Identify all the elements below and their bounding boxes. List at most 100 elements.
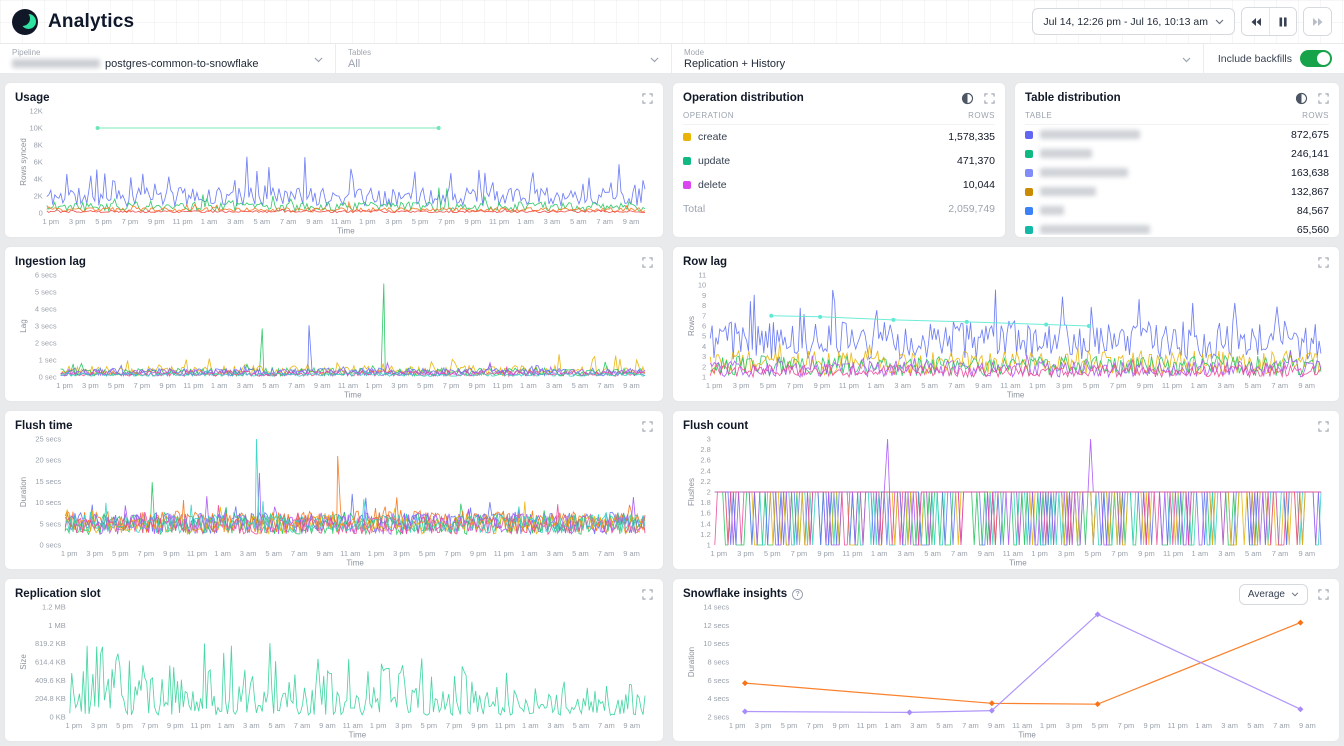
- card-title: Table distribution: [1025, 92, 1121, 104]
- row-value: 1,578,335: [948, 131, 995, 143]
- card-ingestion-lag: Ingestion lag Lag0 sec1 sec2 secs3 secs4…: [4, 246, 664, 402]
- svg-text:2: 2: [702, 362, 706, 371]
- dashboard-grid: Usage Rows synced02K4K6K8K10K12K1 pm3 pm…: [0, 74, 1344, 746]
- expand-icon[interactable]: [642, 257, 653, 268]
- svg-text:614.4 KB: 614.4 KB: [35, 658, 66, 667]
- pie-chart-toggle-icon[interactable]: [961, 92, 974, 105]
- tables-select[interactable]: Tables All: [336, 44, 672, 73]
- svg-text:3 am: 3 am: [546, 381, 563, 390]
- card-row-lag: Row lag Rows12345678910111 pm3 pm5 pm7 p…: [672, 246, 1340, 402]
- svg-text:819.2 KB: 819.2 KB: [35, 639, 66, 648]
- card-title: Snowflake insights ?: [683, 588, 803, 600]
- svg-text:1 pm: 1 pm: [365, 381, 382, 390]
- expand-icon[interactable]: [642, 93, 653, 104]
- svg-text:1 pm: 1 pm: [729, 721, 746, 730]
- expand-icon[interactable]: [642, 589, 653, 600]
- svg-text:8K: 8K: [34, 141, 43, 150]
- svg-text:9 pm: 9 pm: [167, 721, 184, 730]
- expand-icon[interactable]: [642, 421, 653, 432]
- include-backfills-toggle[interactable]: [1300, 50, 1332, 67]
- card-title: Operation distribution: [683, 92, 804, 104]
- flush-count-chart[interactable]: Flushes11.21.41.61.822.22.42.62.831 pm3 …: [683, 434, 1329, 567]
- expand-icon[interactable]: [1318, 421, 1329, 432]
- row-value: 65,560: [1297, 224, 1329, 236]
- svg-text:9 am: 9 am: [978, 549, 995, 558]
- date-range-text: Jul 14, 12:26 pm - Jul 16, 10:13 am: [1043, 16, 1208, 28]
- pie-chart-toggle-icon[interactable]: [1295, 92, 1308, 105]
- expand-icon[interactable]: [1318, 93, 1329, 104]
- svg-text:1 am: 1 am: [201, 217, 218, 226]
- svg-text:9 am: 9 am: [623, 721, 640, 730]
- svg-text:11 pm: 11 pm: [1162, 381, 1182, 390]
- svg-text:9 am: 9 am: [623, 217, 640, 226]
- table-header: OPERATION ROWS: [683, 108, 995, 125]
- svg-text:9 am: 9 am: [975, 381, 992, 390]
- card-snowflake-insights: Snowflake insights ? Average Duration2 s…: [672, 578, 1340, 742]
- flush-time-chart[interactable]: Duration0 secs5 secs10 secs15 secs20 sec…: [15, 434, 653, 567]
- svg-text:1 am: 1 am: [214, 549, 231, 558]
- row-lag-chart[interactable]: Rows12345678910111 pm3 pm5 pm7 pm9 pm11 …: [683, 270, 1329, 399]
- svg-text:9 am: 9 am: [623, 381, 640, 390]
- svg-text:1 pm: 1 pm: [370, 721, 387, 730]
- tables-value: All: [348, 58, 371, 70]
- snowflake-insights-chart[interactable]: Duration2 secs4 secs6 secs8 secs10 secs1…: [683, 602, 1329, 739]
- chevron-down-icon: [1182, 50, 1191, 68]
- row-value: 872,675: [1291, 129, 1329, 141]
- redacted-text: [1040, 206, 1064, 215]
- svg-text:9 am: 9 am: [988, 721, 1005, 730]
- svg-text:4 secs: 4 secs: [35, 305, 57, 314]
- svg-text:1 am: 1 am: [871, 549, 888, 558]
- svg-text:5 pm: 5 pm: [412, 217, 429, 226]
- card-usage: Usage Rows synced02K4K6K8K10K12K1 pm3 pm…: [4, 82, 664, 238]
- svg-text:5 pm: 5 pm: [108, 381, 125, 390]
- expand-icon[interactable]: [984, 93, 995, 104]
- fast-forward-button[interactable]: [1304, 8, 1331, 35]
- svg-text:14 secs: 14 secs: [703, 603, 729, 612]
- svg-text:1 pm: 1 pm: [710, 549, 727, 558]
- pipeline-label: Pipeline: [12, 48, 258, 57]
- mode-select[interactable]: Mode Replication + History: [672, 44, 1204, 73]
- svg-text:7 am: 7 am: [962, 721, 979, 730]
- svg-text:9 pm: 9 pm: [471, 721, 488, 730]
- svg-text:7 pm: 7 pm: [122, 217, 139, 226]
- svg-text:1 am: 1 am: [1195, 721, 1212, 730]
- svg-text:5 am: 5 am: [572, 549, 589, 558]
- svg-text:2 secs: 2 secs: [35, 339, 57, 348]
- svg-text:11 am: 11 am: [343, 721, 363, 730]
- svg-text:10: 10: [698, 281, 706, 290]
- playback-controls: [1241, 7, 1297, 36]
- svg-text:3 am: 3 am: [240, 549, 257, 558]
- svg-text:Flushes: Flushes: [687, 478, 696, 506]
- rewind-button[interactable]: [1242, 8, 1269, 35]
- expand-icon[interactable]: [1318, 257, 1329, 268]
- redacted-text: [1040, 187, 1096, 196]
- usage-chart[interactable]: Rows synced02K4K6K8K10K12K1 pm3 pm5 pm7 …: [15, 106, 653, 235]
- date-range-picker[interactable]: Jul 14, 12:26 pm - Jul 16, 10:13 am: [1032, 8, 1235, 35]
- svg-text:5 pm: 5 pm: [95, 217, 112, 226]
- svg-text:1 pm: 1 pm: [42, 217, 59, 226]
- svg-text:1.2 MB: 1.2 MB: [42, 603, 66, 612]
- expand-icon[interactable]: [1318, 589, 1329, 600]
- svg-text:25 secs: 25 secs: [35, 435, 61, 444]
- svg-text:2.6: 2.6: [700, 456, 710, 465]
- svg-text:1 am: 1 am: [520, 381, 537, 390]
- svg-text:1 sec: 1 sec: [39, 356, 57, 365]
- svg-text:3 pm: 3 pm: [755, 721, 772, 730]
- svg-text:11 pm: 11 pm: [839, 381, 859, 390]
- svg-text:Duration: Duration: [687, 647, 696, 677]
- svg-text:3: 3: [702, 352, 706, 361]
- help-icon[interactable]: ?: [792, 589, 803, 600]
- svg-text:11 am: 11 am: [1000, 381, 1020, 390]
- replication-slot-chart[interactable]: Size0 KB204.8 KB409.6 KB614.4 KB819.2 KB…: [15, 602, 653, 739]
- table-row: 132,867: [1025, 182, 1329, 201]
- pipeline-select[interactable]: Pipeline postgres-common-to-snowflake: [12, 44, 336, 73]
- svg-text:3 am: 3 am: [544, 217, 561, 226]
- svg-text:7: 7: [702, 311, 706, 320]
- svg-text:2: 2: [707, 488, 711, 497]
- svg-text:1 pm: 1 pm: [61, 549, 78, 558]
- svg-text:3 am: 3 am: [898, 549, 915, 558]
- svg-text:3 am: 3 am: [547, 549, 564, 558]
- pause-button[interactable]: [1269, 8, 1296, 35]
- svg-text:4: 4: [702, 342, 706, 351]
- ingestion-lag-chart[interactable]: Lag0 sec1 sec2 secs3 secs4 secs5 secs6 s…: [15, 270, 653, 399]
